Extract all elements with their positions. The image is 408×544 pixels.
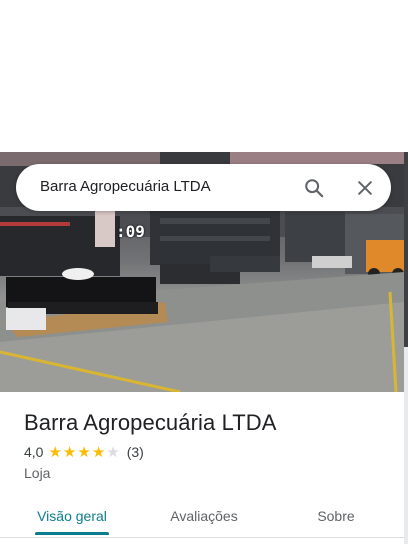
star-filled-icon: ★ — [77, 443, 91, 461]
place-category[interactable]: Loja — [24, 465, 50, 481]
place-title: Barra Agropecuária LTDA — [24, 410, 277, 435]
rating-value: 4,0 — [24, 444, 44, 460]
side-panel-scrollbar[interactable] — [404, 152, 408, 544]
scrollbar-thumb[interactable] — [404, 152, 408, 347]
search-button[interactable] — [298, 172, 330, 204]
search-icon — [305, 179, 324, 198]
rating-row[interactable]: 4,0 ★ ★ ★ ★ ★ (3) — [24, 443, 144, 461]
star-filled-icon: ★ — [62, 443, 77, 461]
tab-overview[interactable]: Visão geral — [22, 497, 122, 535]
close-button[interactable] — [349, 172, 381, 204]
blank-header-area — [0, 0, 408, 152]
tabs-divider — [0, 537, 404, 538]
tab-about[interactable]: Sobre — [296, 497, 376, 535]
tab-reviews[interactable]: Avaliações — [154, 497, 254, 535]
star-filled-icon: ★ — [91, 443, 106, 461]
star-empty-icon: ★ — [106, 443, 120, 461]
timestamp-overlay: :09 — [116, 222, 145, 241]
rating-stars: ★ ★ ★ ★ ★ — [48, 445, 120, 460]
search-input[interactable]: Barra Agropecuária LTDA — [40, 178, 211, 195]
place-tabs: Visão geral Avaliações Sobre — [0, 497, 404, 537]
search-box[interactable]: Barra Agropecuária LTDA — [16, 164, 391, 211]
star-filled-icon: ★ — [48, 443, 62, 461]
active-tab-indicator — [35, 532, 109, 535]
review-count-link[interactable]: (3) — [127, 444, 144, 460]
close-icon — [358, 181, 372, 195]
